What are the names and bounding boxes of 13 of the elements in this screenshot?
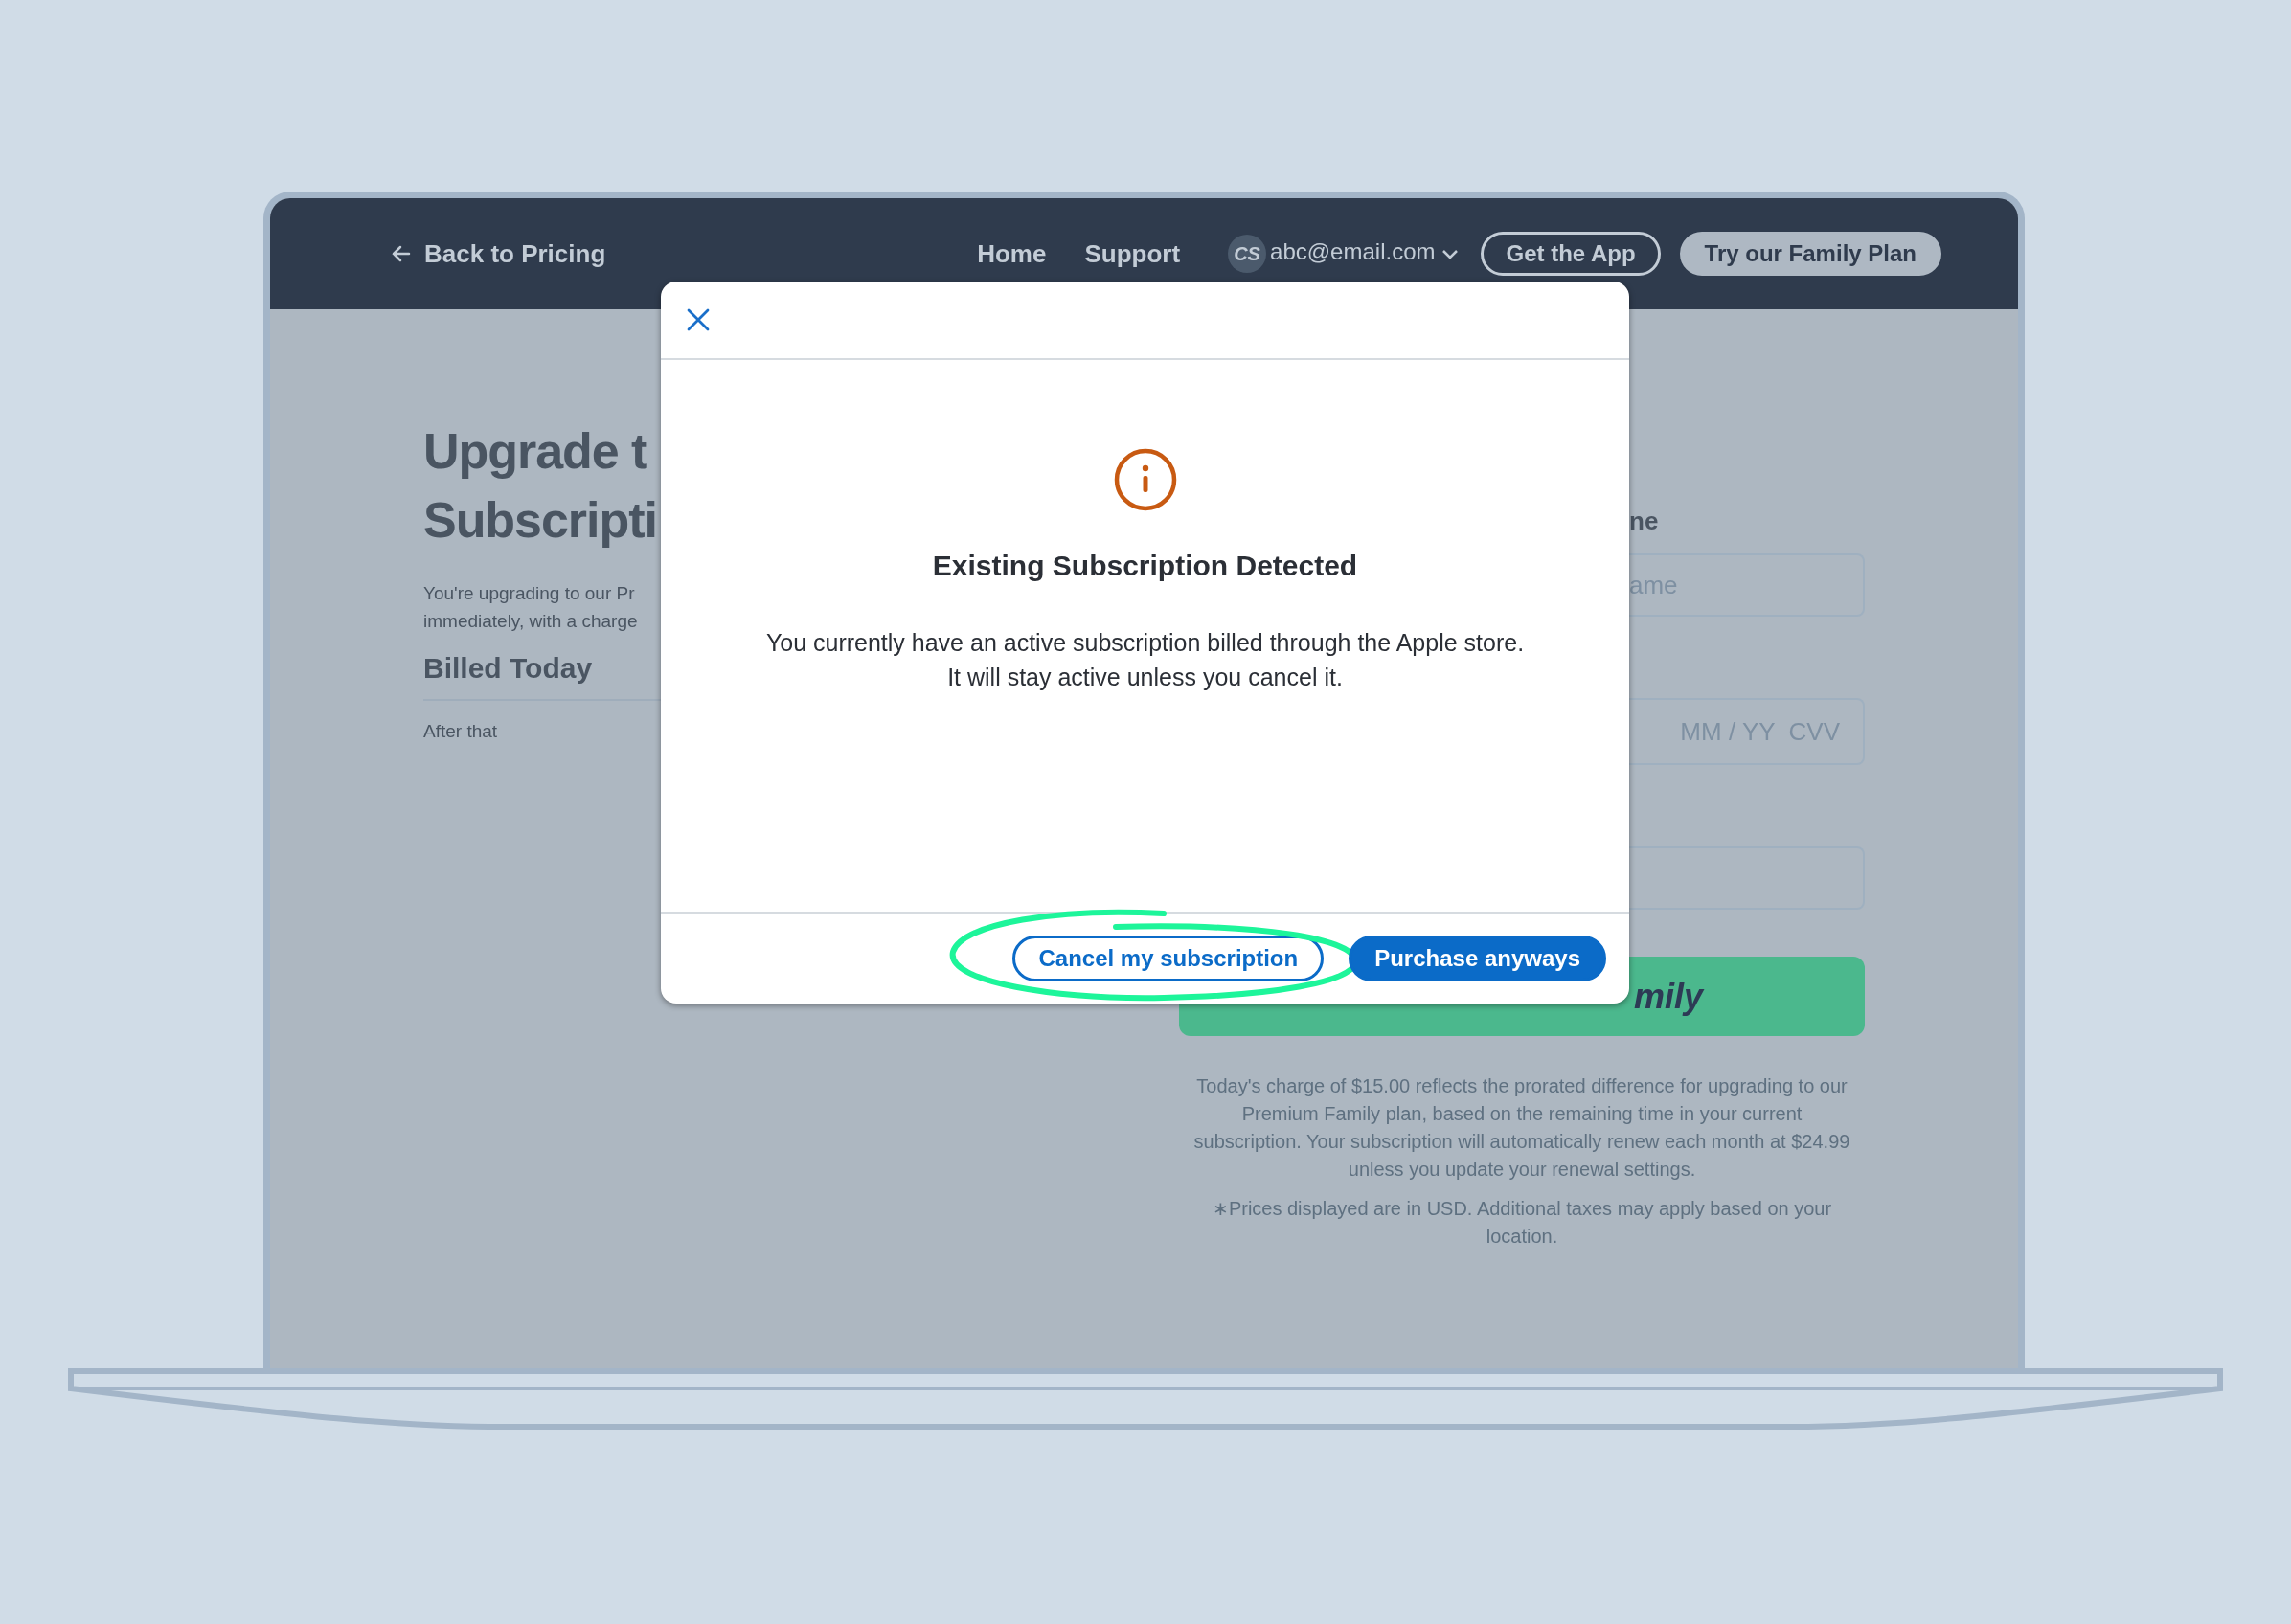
page-heading: Subscripti (423, 491, 658, 550)
intro-text: immediately, with a charge (423, 610, 639, 633)
note-text: ∗Prices displayed are in USD. Additional taxes may apply based on your location. (1211, 1197, 1833, 1249)
row-label: After that (423, 720, 499, 743)
page-heading: Upgrade t (423, 422, 648, 481)
intro-text: You're upgrading to our Pr (423, 582, 636, 605)
field-label: ne (1629, 506, 1660, 537)
modal-message: You currently have an active subscription billed through the Apple store. (765, 628, 1525, 658)
avatar-initials: CS (1228, 235, 1267, 273)
account-email: abc@email.com (1270, 237, 1436, 266)
note-text: Today's charge of $15.00 reflects the prorated difference for upgrading to our Premium Family plan, based on the remaining time in your current subscription. Your subscription will automatically renew each month at $24.99 unless you update your renewal settings. (1192, 1074, 1851, 1182)
modal-title: Existing Subscription Detected (932, 549, 1358, 583)
modal-message: It will stay active unless you cancel it. (946, 663, 1344, 692)
